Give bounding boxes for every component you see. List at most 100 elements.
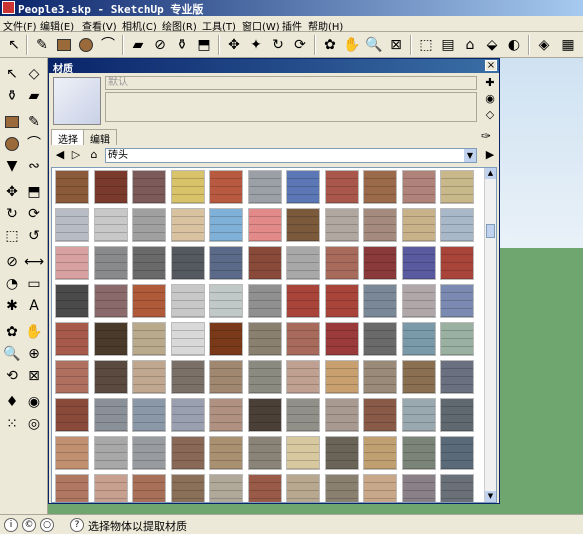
scroll-up-icon[interactable]: ▲ — [485, 168, 496, 179]
material-tile[interactable] — [170, 322, 205, 356]
close-icon[interactable]: × — [485, 60, 497, 71]
material-tile[interactable] — [170, 208, 205, 242]
material-tile[interactable] — [247, 322, 282, 356]
orbit-icon[interactable]: ✿ — [2, 322, 22, 342]
follow-me-icon[interactable]: ⟳ — [24, 204, 44, 224]
walk-icon[interactable]: ⁙ — [2, 414, 22, 434]
rectangle-icon[interactable] — [54, 35, 74, 55]
rectangle-icon[interactable] — [2, 112, 22, 132]
material-tile[interactable] — [93, 284, 128, 318]
user-icon[interactable]: ○ — [40, 518, 54, 532]
material-tile[interactable] — [286, 360, 320, 394]
material-tile[interactable] — [209, 360, 243, 394]
material-tile[interactable] — [93, 398, 128, 432]
follow-me-icon[interactable]: ↻ — [268, 35, 288, 55]
eraser-icon[interactable]: ▰ — [128, 35, 148, 55]
freehand-icon[interactable]: ∾ — [24, 156, 44, 176]
dimension-icon[interactable]: ⟷ — [24, 252, 44, 272]
material-tile[interactable] — [440, 322, 474, 356]
material-tile[interactable] — [93, 246, 128, 280]
material-tile[interactable] — [209, 246, 243, 280]
material-tile[interactable] — [440, 170, 474, 204]
select-icon[interactable]: ↖ — [2, 64, 22, 84]
material-tile[interactable] — [401, 246, 436, 280]
material-tile[interactable] — [247, 398, 282, 432]
zoom-icon[interactable]: 🔍 — [2, 344, 22, 364]
material-tile[interactable] — [55, 474, 89, 502]
menu-view[interactable]: 查看(V) — [82, 18, 117, 33]
material-tile[interactable] — [440, 284, 474, 318]
zoom-extents-icon[interactable]: ⊠ — [386, 35, 406, 55]
material-tile[interactable] — [401, 208, 436, 242]
material-tile[interactable] — [286, 208, 320, 242]
circle-icon[interactable] — [76, 35, 96, 55]
material-tile[interactable] — [93, 360, 128, 394]
material-tile[interactable] — [247, 436, 282, 470]
menu-file[interactable]: 文件(F) — [3, 18, 37, 33]
material-tile[interactable] — [363, 474, 397, 502]
material-tile[interactable] — [363, 170, 397, 204]
material-tile[interactable] — [170, 474, 205, 502]
materials-titlebar[interactable]: 材质 × — [49, 59, 499, 75]
material-tile[interactable] — [55, 170, 89, 204]
material-tile[interactable] — [55, 398, 89, 432]
material-tile[interactable] — [247, 170, 282, 204]
material-tile[interactable] — [132, 170, 166, 204]
material-tile[interactable] — [363, 360, 397, 394]
material-tile[interactable] — [93, 322, 128, 356]
chevron-down-icon[interactable]: ▼ — [464, 149, 476, 162]
tab-select[interactable]: 选择 — [51, 129, 85, 146]
material-tile[interactable] — [324, 170, 359, 204]
zoom-extents-icon[interactable]: ⊠ — [24, 366, 44, 386]
sample-paint-icon[interactable]: ◇ — [483, 108, 497, 122]
material-tile[interactable] — [324, 360, 359, 394]
material-tile[interactable] — [132, 474, 166, 502]
pan-icon[interactable]: ✋ — [24, 322, 44, 342]
material-tile[interactable] — [363, 322, 397, 356]
rotate-icon[interactable]: ✦ — [246, 35, 266, 55]
polygon-icon[interactable]: ▼ — [2, 156, 22, 176]
text-icon[interactable]: ▭ — [24, 274, 44, 294]
material-tile[interactable] — [286, 284, 320, 318]
material-tile[interactable] — [401, 436, 436, 470]
zoom-window-icon[interactable]: ⊕ — [24, 344, 44, 364]
material-tile[interactable] — [401, 398, 436, 432]
vertical-scrollbar[interactable]: ▲ ▼ — [484, 168, 496, 502]
circle-icon[interactable] — [2, 134, 22, 154]
paint-bucket-icon[interactable]: ⚱ — [2, 86, 22, 106]
material-tile[interactable] — [209, 436, 243, 470]
line-icon[interactable]: ✎ — [24, 112, 44, 132]
material-tile[interactable] — [170, 360, 205, 394]
material-tile[interactable] — [401, 360, 436, 394]
menu-window[interactable]: 窗口(W) — [242, 18, 280, 33]
forward-icon[interactable]: ▷ — [69, 148, 83, 162]
tab-edit[interactable]: 编辑 — [83, 129, 117, 146]
material-tile[interactable] — [132, 322, 166, 356]
material-tile[interactable] — [440, 398, 474, 432]
axes-icon[interactable]: ✱ — [2, 296, 22, 316]
warehouse-icon[interactable]: ⌂ — [460, 35, 480, 55]
component-icon[interactable]: ◇ — [24, 64, 44, 84]
material-tile[interactable] — [132, 436, 166, 470]
section-plane-icon[interactable]: ◎ — [24, 414, 44, 434]
collection-dropdown[interactable]: 砖头 ▼ — [105, 148, 477, 163]
material-tile[interactable] — [55, 360, 89, 394]
offset-icon[interactable]: ⟳ — [290, 35, 310, 55]
material-tile[interactable] — [401, 322, 436, 356]
material-tile[interactable] — [93, 474, 128, 502]
material-tile[interactable] — [55, 246, 89, 280]
push-pull-icon[interactable]: ⬒ — [24, 182, 44, 202]
material-tile[interactable] — [170, 284, 205, 318]
zoom-icon[interactable]: 🔍 — [364, 35, 384, 55]
material-tile[interactable] — [55, 208, 89, 242]
material-tile[interactable] — [440, 436, 474, 470]
material-tile[interactable] — [170, 170, 205, 204]
material-tile[interactable] — [286, 170, 320, 204]
material-tile[interactable] — [324, 246, 359, 280]
menu-tools[interactable]: 工具(T) — [202, 18, 236, 33]
scale-icon[interactable]: ⬚ — [2, 226, 22, 246]
material-tile[interactable] — [170, 246, 205, 280]
material-name-field[interactable]: 默认 — [105, 76, 477, 90]
material-tile[interactable] — [363, 208, 397, 242]
material-tile[interactable] — [286, 246, 320, 280]
